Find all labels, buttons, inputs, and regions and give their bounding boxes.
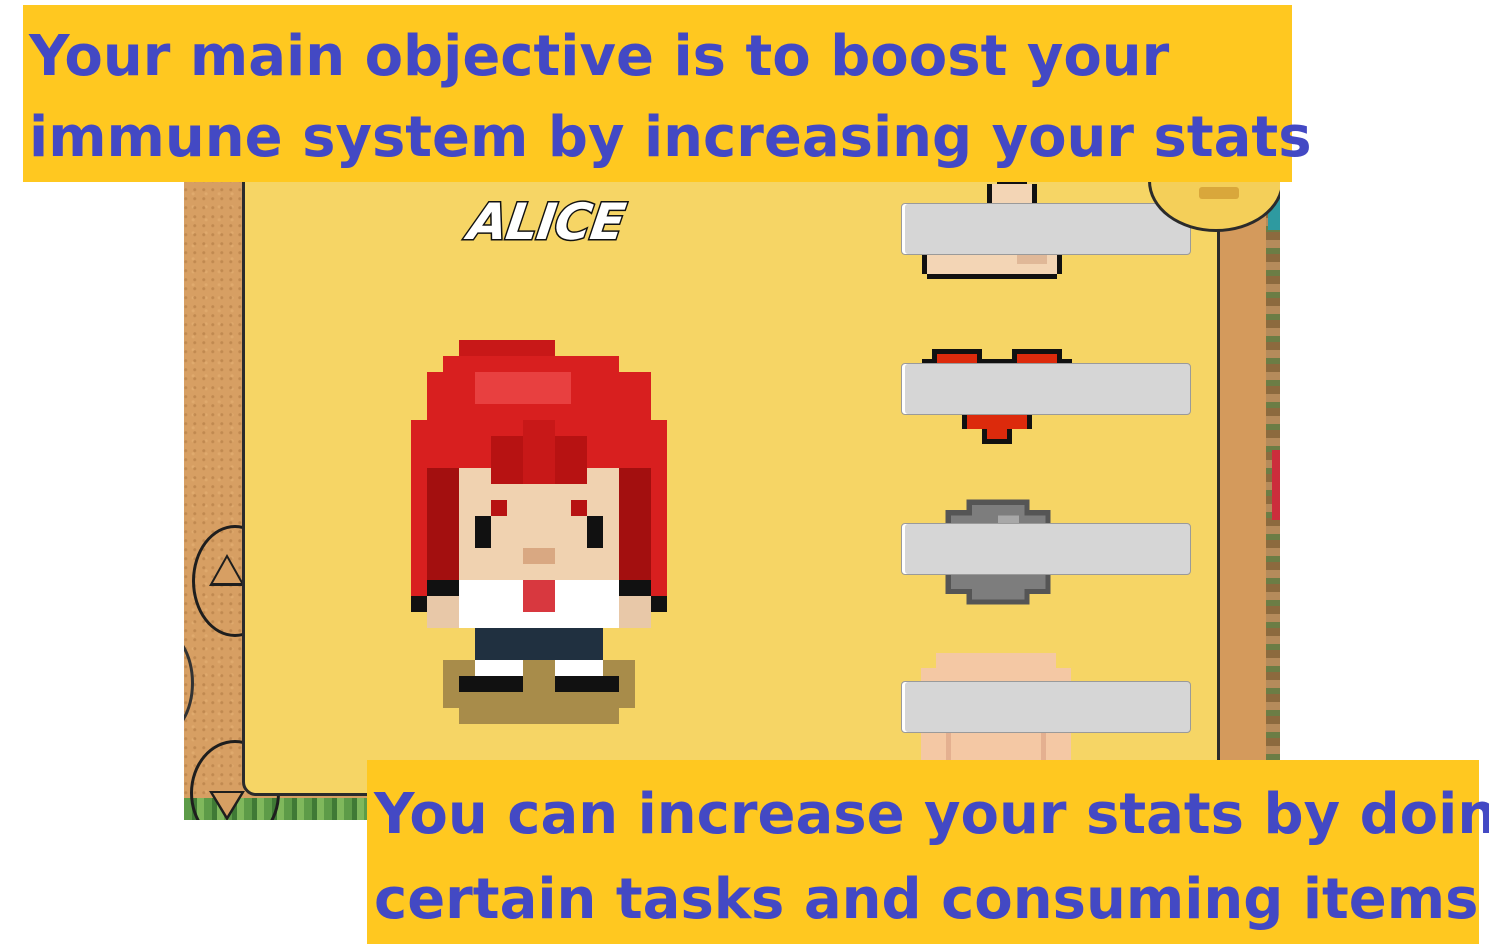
down-arrow-icon [209, 791, 245, 820]
stats-panel: ALICE [242, 160, 1220, 796]
game-scene: ALICE [184, 160, 1280, 820]
stat-bar-health [901, 363, 1191, 415]
character-avatar [411, 340, 667, 724]
stat-bar-strength [901, 203, 1191, 255]
objective-line-1: Your main objective is to boost your [29, 24, 1170, 89]
stat-bar-defense [901, 523, 1191, 575]
tip-line-1: You can increase your stats by doing [374, 782, 1489, 847]
tip-line-2: certain tasks and consuming items [374, 867, 1479, 932]
close-icon [1199, 187, 1239, 199]
up-arrow-icon [209, 554, 245, 586]
objective-banner: Your main objective is to boost your imm… [23, 5, 1312, 182]
stat-bar-fitness [901, 681, 1191, 733]
tip-banner: You can increase your stats by doing cer… [367, 760, 1489, 944]
character-name: ALICE [463, 192, 629, 253]
objective-line-2: immune system by increasing your stats [29, 105, 1312, 170]
red-marker [1272, 450, 1280, 520]
